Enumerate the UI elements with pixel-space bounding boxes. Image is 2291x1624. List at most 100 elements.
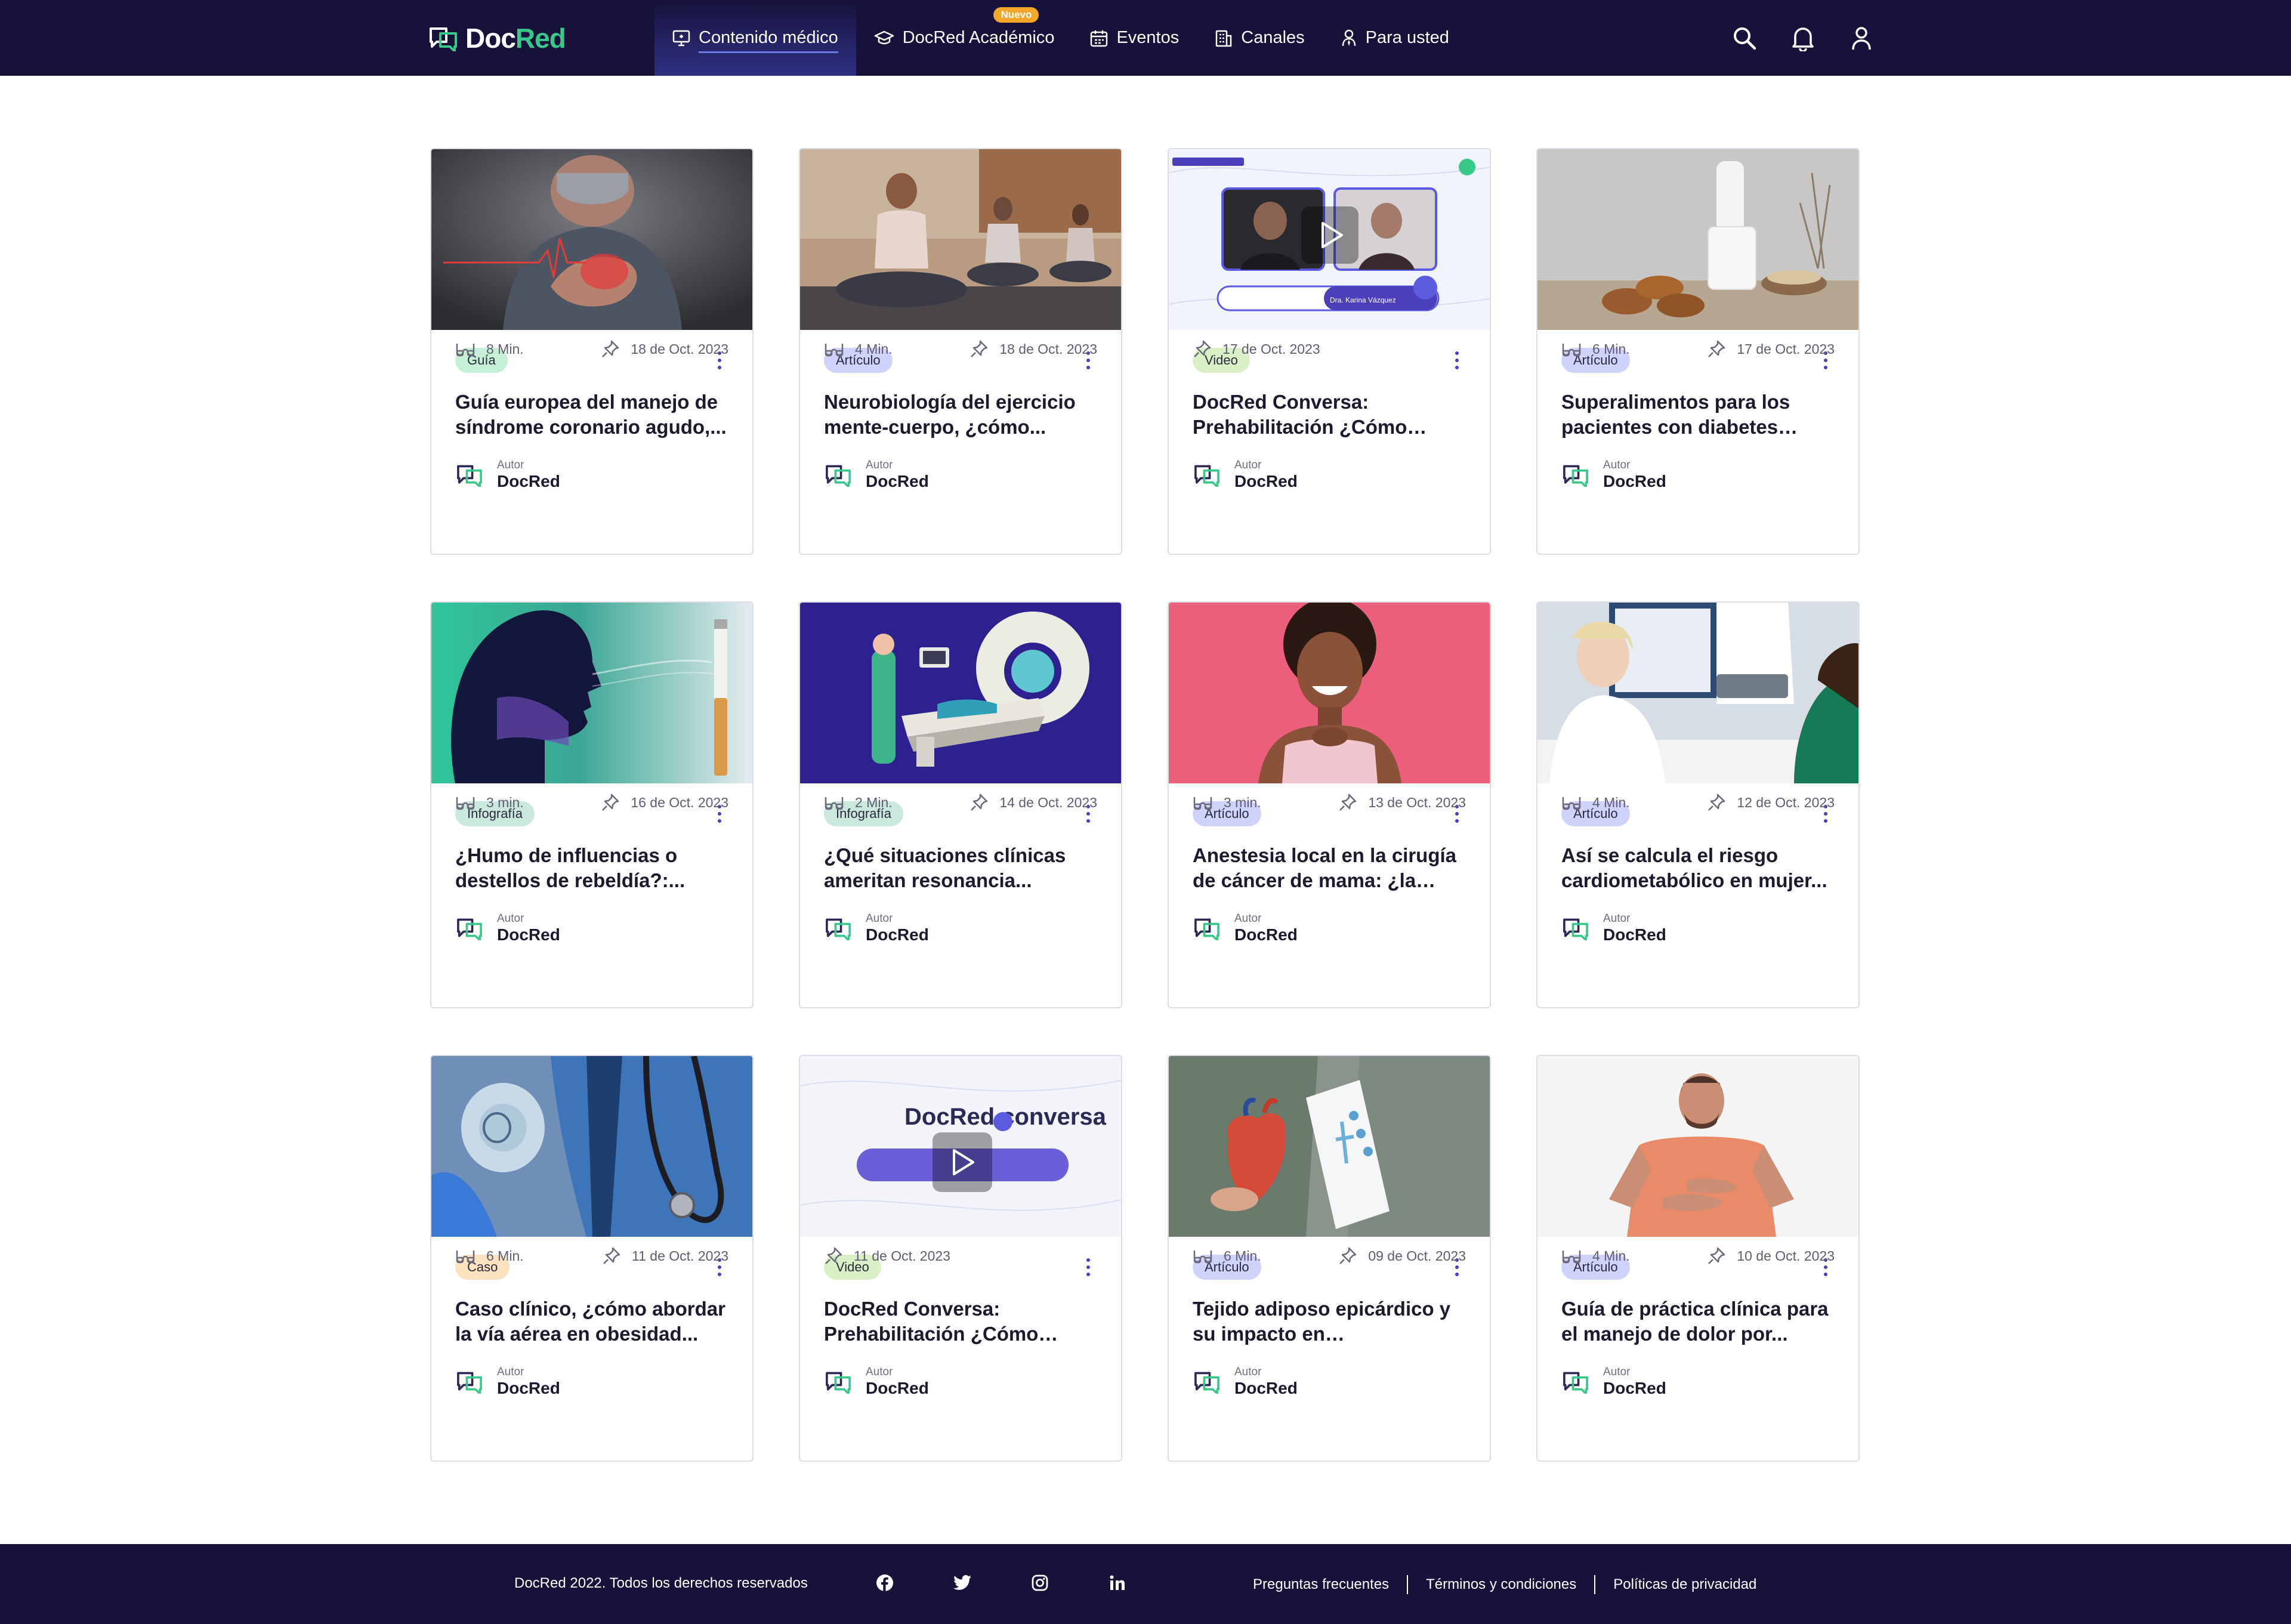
- publish-date: 09 de Oct. 2023: [1338, 1246, 1466, 1265]
- card-title: Anestesia local en la cirugía de cáncer …: [1193, 844, 1457, 891]
- publish-date: 18 de Oct. 2023: [601, 339, 728, 359]
- footer-link-faq[interactable]: Preguntas frecuentes: [1253, 1576, 1389, 1593]
- content-card[interactable]: Artículo Guía de práctica clínica para e…: [1536, 1055, 1860, 1462]
- nav-label: Canales: [1241, 28, 1305, 47]
- content-card[interactable]: Artículo Tejido adiposo epicárdico y su …: [1168, 1055, 1491, 1462]
- content-card[interactable]: Artículo Neurobiología del ejercicio men…: [799, 148, 1122, 555]
- card-meta: 6 Min. 09 de Oct. 2023: [1193, 1244, 1466, 1268]
- card-meta: 2 Min. 14 de Oct. 2023: [824, 791, 1097, 814]
- author-name: DocRed: [866, 925, 929, 944]
- card-title: ¿Qué situaciones clínicas ameritan reson…: [824, 844, 1066, 891]
- author-name: DocRed: [497, 1379, 560, 1397]
- card-title: ¿Humo de influencias o destellos de rebe…: [455, 844, 686, 891]
- duration-text: 3 min.: [1224, 794, 1261, 810]
- footer-link-privacy[interactable]: Políticas de privacidad: [1613, 1576, 1756, 1593]
- pin-icon: [825, 1247, 842, 1264]
- reading-time: 8 Min.: [455, 340, 524, 358]
- publish-date: 12 de Oct. 2023: [1707, 793, 1835, 812]
- content-card[interactable]: Caso Caso clínico, ¿cómo abordar la vía …: [430, 1055, 754, 1462]
- reading-time: 3 min.: [1193, 794, 1261, 811]
- duration-text: 4 Min.: [855, 341, 893, 357]
- reading-time: 4 Min.: [1561, 1247, 1630, 1265]
- content-card[interactable]: Guía Guía europea del manejo de síndrome…: [430, 148, 754, 555]
- nav-item-contenido-medico[interactable]: Contenido médico: [654, 0, 856, 76]
- card-meta: 8 Min. 18 de Oct. 2023: [455, 337, 728, 361]
- content-card[interactable]: Artículo Anestesia local en la cirugía d…: [1168, 601, 1491, 1008]
- card-author: Autor DocRed: [455, 912, 728, 944]
- author-avatar-icon: [1194, 465, 1219, 487]
- instagram-icon[interactable]: [1030, 1573, 1050, 1593]
- card-author: Autor DocRed: [1561, 459, 1835, 491]
- docred-logo[interactable]: DocRed: [428, 23, 566, 54]
- author-avatar-icon: [457, 918, 482, 940]
- pin-icon: [1708, 1247, 1725, 1264]
- date-text: 17 de Oct. 2023: [1737, 341, 1835, 357]
- card-thumbnail: [1169, 1056, 1490, 1237]
- pin-icon: [1339, 1247, 1357, 1264]
- glasses-icon: [1562, 797, 1581, 810]
- nav-item-para-usted[interactable]: Para usted: [1323, 0, 1467, 76]
- author-label: Autor: [497, 459, 524, 471]
- pin-icon: [1708, 794, 1725, 811]
- twitter-icon[interactable]: [952, 1573, 972, 1593]
- card-thumbnail: DocRed conversa: [800, 1056, 1121, 1237]
- author-avatar-icon: [1563, 918, 1588, 940]
- nav-item-canales[interactable]: Canales: [1197, 0, 1322, 76]
- author-name: DocRed: [497, 925, 560, 944]
- nav-item-eventos[interactable]: Eventos: [1072, 0, 1197, 76]
- card-thumbnail: [1537, 603, 1858, 783]
- search-icon[interactable]: [1730, 24, 1759, 53]
- card-title: Guía de práctica clínica para el manejo …: [1561, 1298, 1829, 1345]
- card-title: Caso clínico, ¿cómo abordar la vía aérea…: [455, 1298, 725, 1345]
- video-caption: Dra. Karina Vázquez: [1330, 296, 1396, 304]
- content-card[interactable]: DocRed conversa Video DocRed Conversa: P…: [799, 1055, 1122, 1462]
- user-icon[interactable]: [1847, 24, 1876, 53]
- social-links: [875, 1573, 1128, 1593]
- author-avatar-icon: [1563, 465, 1588, 487]
- author-name: DocRed: [1234, 472, 1298, 490]
- nav-label: Para usted: [1365, 28, 1449, 47]
- author-label: Autor: [1603, 912, 1631, 925]
- footer-link-terms[interactable]: Términos y condiciones: [1426, 1576, 1576, 1593]
- author-name: DocRed: [866, 1379, 929, 1397]
- card-title: DocRed Conversa: Prehabilitación ¿Cómo l…: [824, 1298, 1039, 1345]
- link-divider: [1407, 1575, 1409, 1594]
- glasses-icon: [1562, 1251, 1581, 1264]
- content-card[interactable]: Dra. Karina Vázquez Video DocRed Convers…: [1168, 148, 1491, 555]
- pin-icon: [1708, 340, 1725, 357]
- card-author: Autor DocRed: [824, 459, 1097, 491]
- linkedin-icon[interactable]: [1107, 1573, 1128, 1593]
- card-author: Autor DocRed: [824, 912, 1097, 944]
- nav-item-docred-academico[interactable]: DocRed Académico Nuevo: [856, 0, 1073, 76]
- calendar-icon: [1090, 29, 1108, 47]
- content-card[interactable]: Artículo Superalimentos para los pacient…: [1536, 148, 1860, 555]
- duration-text: 6 Min.: [486, 1248, 524, 1264]
- publish-date: 11 de Oct. 2023: [602, 1246, 728, 1265]
- facebook-icon[interactable]: [875, 1573, 895, 1593]
- content-grid: Guía Guía europea del manejo de síndrome…: [430, 148, 1861, 1462]
- author-name: DocRed: [1234, 1379, 1298, 1397]
- publish-date: 14 de Oct. 2023: [969, 793, 1097, 812]
- author-label: Autor: [866, 459, 893, 471]
- reading-time: 6 Min.: [1193, 1247, 1261, 1265]
- duration-text: 6 Min.: [1592, 341, 1630, 357]
- card-meta: 17 de Oct. 2023: [1193, 337, 1466, 361]
- content-card[interactable]: Artículo Así se calcula el riesgo cardio…: [1536, 601, 1860, 1008]
- author-avatar-icon: [826, 465, 851, 487]
- bell-icon[interactable]: [1789, 24, 1817, 53]
- reading-time: 3 min.: [455, 794, 524, 811]
- date-text: 11 de Oct. 2023: [854, 1248, 950, 1264]
- author-avatar-icon: [826, 1372, 851, 1394]
- content-card[interactable]: Infografía ¿Qué situaciones clínicas ame…: [799, 601, 1122, 1008]
- person-icon: [1341, 29, 1357, 47]
- content-card[interactable]: Infografía ¿Humo de influencias o destel…: [430, 601, 754, 1008]
- reading-time: 2 Min.: [824, 794, 893, 811]
- author-name: DocRed: [1603, 925, 1666, 944]
- card-author: Autor DocRed: [1193, 459, 1466, 491]
- card-thumbnail: [800, 149, 1121, 330]
- docred-logo-icon: [430, 27, 457, 51]
- building-icon: [1215, 29, 1233, 47]
- header-actions: [1730, 24, 1876, 53]
- link-divider: [1594, 1575, 1596, 1594]
- duration-text: 4 Min.: [1592, 1248, 1630, 1264]
